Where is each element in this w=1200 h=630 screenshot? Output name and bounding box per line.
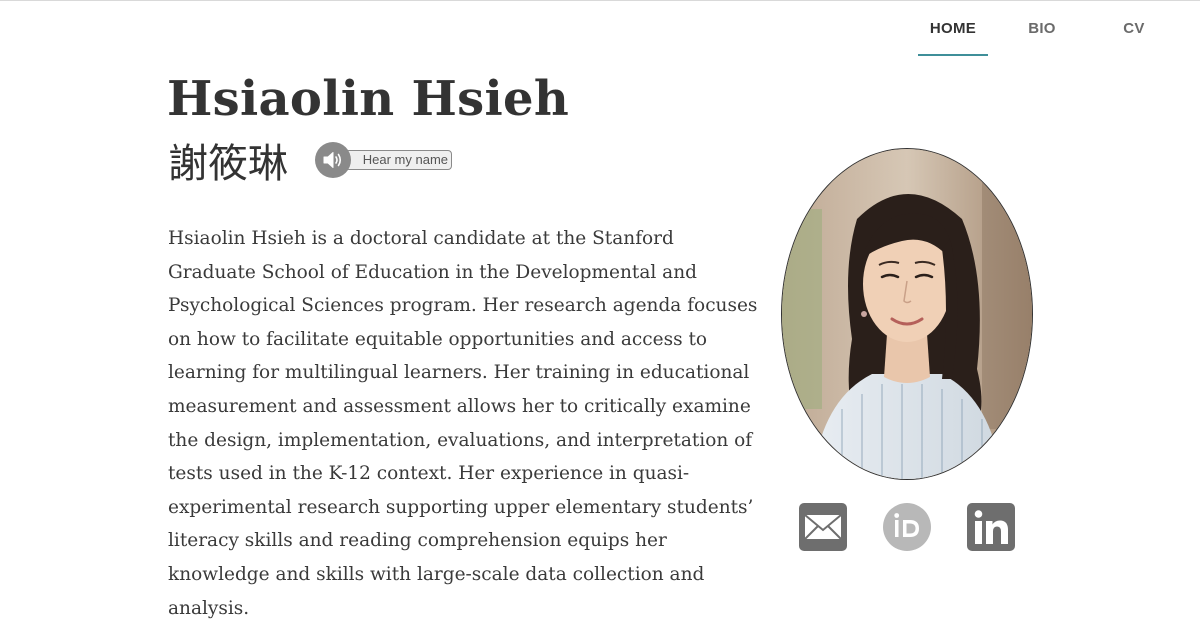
- page-title: Hsiaolin Hsieh: [167, 71, 570, 127]
- profile-photo: [781, 148, 1033, 480]
- main-nav: HOME BIO CV: [900, 0, 1200, 56]
- chinese-name: 謝筱琳: [168, 141, 288, 187]
- nav-home[interactable]: HOME: [918, 20, 988, 56]
- nav-cv[interactable]: CV: [1104, 20, 1164, 54]
- nav-bio[interactable]: BIO: [1012, 20, 1072, 54]
- speaker-icon: [315, 142, 351, 178]
- bio-paragraph: Hsiaolin Hsieh is a doctoral candidate a…: [168, 228, 758, 619]
- hear-my-name-button[interactable]: Hear my name: [315, 142, 452, 178]
- linkedin-icon[interactable]: [967, 503, 1015, 551]
- orcid-icon[interactable]: [883, 503, 931, 551]
- hear-my-name-label: Hear my name: [345, 150, 452, 170]
- email-icon[interactable]: [799, 503, 847, 551]
